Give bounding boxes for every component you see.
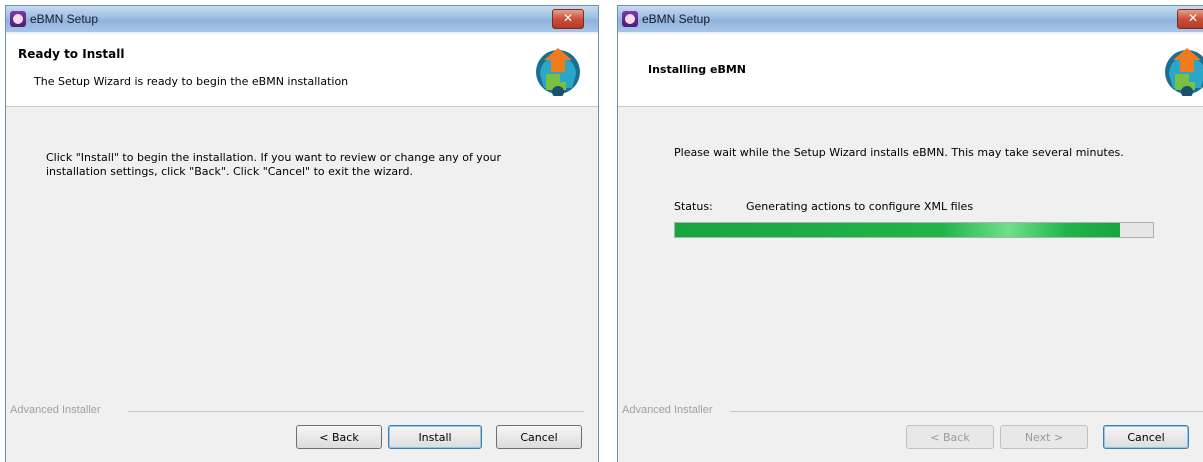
setup-window-installing: eBMN Setup ✕ Installing eBMN Please wait… xyxy=(618,6,1203,462)
title-bar[interactable]: eBMN Setup ✕ xyxy=(6,6,598,32)
install-button[interactable]: Install xyxy=(388,425,482,449)
app-icon xyxy=(622,11,638,27)
header-banner: Installing eBMN xyxy=(618,34,1203,107)
footer-divider xyxy=(128,411,584,412)
close-icon[interactable]: ✕ xyxy=(1177,9,1203,29)
installer-logo-icon xyxy=(536,48,580,96)
status-value: Generating actions to configure XML file… xyxy=(746,200,974,213)
progress-bar xyxy=(674,222,1154,238)
installer-logo-icon xyxy=(1165,48,1203,96)
header-banner: Ready to Install The Setup Wizard is rea… xyxy=(6,34,598,107)
brand-label: Advanced Installer xyxy=(10,404,101,416)
cancel-button[interactable]: Cancel xyxy=(496,425,582,449)
page-subtitle: The Setup Wizard is ready to begin the e… xyxy=(34,75,349,88)
title-bar[interactable]: eBMN Setup ✕ xyxy=(618,6,1203,32)
cancel-button[interactable]: Cancel xyxy=(1103,425,1189,449)
close-icon[interactable]: ✕ xyxy=(552,9,584,29)
next-button[interactable]: Next > xyxy=(1000,425,1088,449)
page-title: Ready to Install xyxy=(18,47,125,61)
progress-fill xyxy=(675,223,1120,237)
instructions-text: Click "Install" to begin the installatio… xyxy=(46,151,502,178)
window-title: eBMN Setup xyxy=(642,12,711,26)
brand-label: Advanced Installer xyxy=(622,404,713,416)
back-button[interactable]: < Back xyxy=(296,425,382,449)
footer-divider xyxy=(730,411,1203,412)
setup-window-ready: eBMN Setup ✕ Ready to Install The Setup … xyxy=(6,6,598,462)
progress-message: Please wait while the Setup Wizard insta… xyxy=(674,146,1124,159)
page-title: Installing eBMN xyxy=(648,63,746,76)
back-button[interactable]: < Back xyxy=(906,425,994,449)
app-icon xyxy=(10,11,26,27)
window-title: eBMN Setup xyxy=(30,12,99,26)
status-label: Status: xyxy=(674,200,713,213)
